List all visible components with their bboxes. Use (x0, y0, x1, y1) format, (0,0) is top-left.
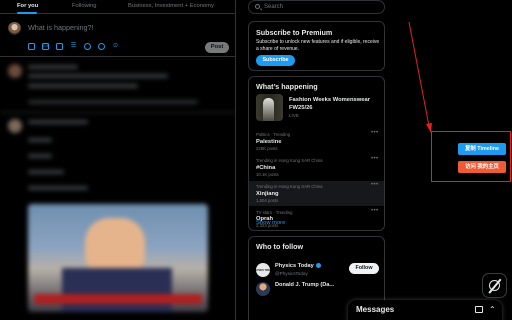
tweet-actions (28, 100, 198, 104)
follow-account-name[interactable]: Donald J. Trump (Da... (275, 282, 334, 288)
follow-account-name[interactable]: Physics Today (275, 263, 321, 269)
emoji-icon[interactable] (84, 43, 91, 50)
collapse-icon[interactable]: ⌃ (489, 306, 497, 314)
trend-context: Trending in Hong Kong SAR China (256, 158, 323, 163)
tweet-line (28, 74, 168, 78)
tab-business-investment-economy[interactable]: Business, Investment + Economy (128, 3, 214, 9)
show-more-link[interactable]: Show more (256, 220, 285, 226)
post-composer: What is happening?! GIF ☰ ⊙ Post (0, 15, 235, 57)
featured-event-status: LIVE (289, 113, 299, 118)
schedule-icon[interactable] (98, 43, 105, 50)
tweet-image-suit (62, 268, 172, 312)
trend-item[interactable]: Politics · Trending Palestine 226K posts… (249, 129, 384, 154)
search-input[interactable]: Search (264, 4, 283, 10)
blurred-timeline (0, 58, 235, 320)
compose-message-icon[interactable] (475, 306, 483, 313)
premium-card: Subscribe to Premium Subscribe to unlock… (248, 21, 385, 71)
tweet-line (28, 186, 88, 190)
verified-icon (315, 263, 321, 269)
poll-icon[interactable]: ☰ (70, 43, 77, 50)
home-feed: For you Following Business, Investment +… (0, 0, 236, 320)
post-button[interactable]: Post (205, 42, 229, 53)
trend-name: Xinjiang (256, 190, 279, 197)
tab-for-you[interactable]: For you (17, 3, 38, 9)
physics-today-avatar[interactable]: PHYSICS TODAY (254, 263, 273, 277)
trend-context: Trending in Hong Kong SAR China (256, 184, 323, 189)
copy-timeline-button[interactable]: 复制 Timeline (458, 143, 506, 155)
trend-count: 1,504 posts (256, 198, 279, 203)
more-icon[interactable]: ••• (371, 182, 379, 188)
who-to-follow-title: Who to follow (256, 242, 304, 251)
grok-fab-icon[interactable] (482, 273, 507, 298)
more-icon[interactable]: ••• (371, 156, 379, 162)
gallery-icon[interactable] (28, 43, 35, 50)
tweet-line (28, 65, 78, 69)
gif-icon[interactable]: GIF (42, 43, 49, 50)
premium-title: Subscribe to Premium (256, 28, 333, 37)
composer-input[interactable]: What is happening?! (28, 23, 94, 32)
tab-following[interactable]: Following (72, 3, 97, 9)
divider (0, 112, 235, 113)
whats-happening-card: What’s happening Fashion Weeks Womenswea… (248, 76, 385, 231)
extension-panel-highlight: 复制 Timeline 访问 我的主页 (431, 131, 511, 182)
messages-title: Messages (356, 305, 395, 314)
donald-trump-avatar[interactable] (256, 282, 270, 296)
trend-name: #China (256, 164, 276, 171)
tweet-line (28, 170, 64, 174)
tweet-image-banner (34, 294, 202, 304)
more-icon[interactable]: ••• (371, 208, 379, 214)
premium-text: Subscribe to unlock new features and if … (256, 39, 380, 52)
grok-icon[interactable] (56, 43, 63, 50)
physics-today-logo: PHYSICS TODAY (254, 269, 273, 272)
trend-context: TV stars · Trending (256, 210, 293, 215)
trend-item[interactable]: Trending in Hong Kong SAR China #China 1… (249, 155, 384, 180)
featured-event-title[interactable]: Fashion Weeks Womenswear FW25/26 (289, 97, 379, 112)
feed-tabs: For you Following Business, Investment +… (0, 0, 235, 14)
trend-item[interactable]: Trending in Hong Kong SAR China Xinjiang… (249, 181, 384, 206)
more-icon[interactable]: ••• (371, 130, 379, 136)
whats-happening-title: What’s happening (256, 82, 318, 91)
tweet-line (28, 120, 88, 124)
follow-account-handle: @PhysicsToday (275, 270, 308, 276)
visit-homepage-button[interactable]: 访问 我的主页 (458, 161, 506, 173)
location-icon[interactable]: ⊙ (112, 43, 119, 50)
search-icon (255, 4, 260, 9)
trend-count: 226K posts (256, 146, 278, 151)
svg-text:PHYSICS TODAY: PHYSICS TODAY (256, 269, 270, 272)
follow-button[interactable]: Follow (349, 263, 379, 274)
tweet-line (28, 138, 52, 142)
tweet-avatar (8, 119, 22, 133)
tweet-line (28, 154, 52, 158)
trend-context: Politics · Trending (256, 132, 291, 137)
messages-drawer[interactable]: Messages ⌃ (348, 300, 502, 320)
user-avatar[interactable] (8, 22, 21, 35)
active-tab-indicator (17, 12, 37, 14)
trend-count: 10.1K posts (256, 172, 279, 177)
tweet-line (28, 84, 138, 88)
featured-event-thumbnail[interactable] (256, 94, 283, 121)
trend-name: Palestine (256, 138, 282, 145)
search-box[interactable]: Search (248, 0, 385, 14)
tweet-avatar (8, 64, 22, 78)
subscribe-button[interactable]: Subscribe (256, 55, 295, 66)
